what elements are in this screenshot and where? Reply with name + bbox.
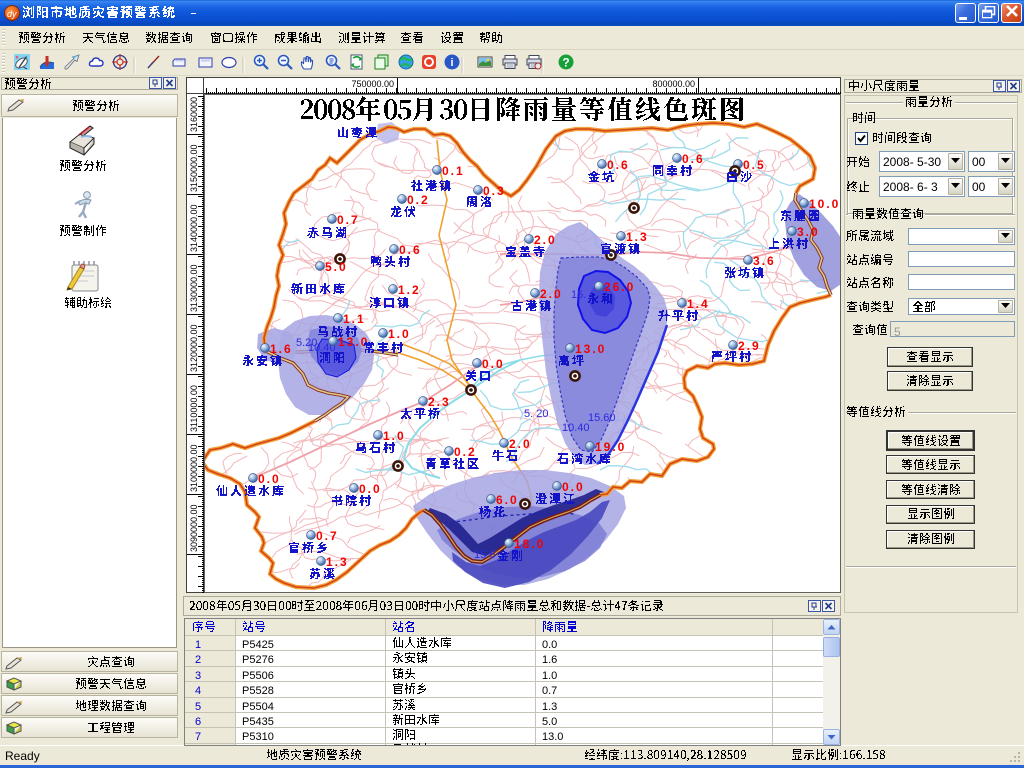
svg-text:0.6: 0.6 (399, 243, 422, 257)
svg-text:1.1: 1.1 (343, 312, 366, 326)
svg-text:3.6: 3.6 (753, 254, 776, 268)
svg-text:2.0: 2.0 (509, 437, 532, 451)
svg-text:750000.00: 750000.00 (351, 79, 394, 89)
svg-text:1.6: 1.6 (270, 342, 293, 356)
svg-text:3150000.00: 3150000.00 (189, 144, 199, 192)
svg-text:0.1: 0.1 (442, 164, 465, 178)
svg-text:3090000.00: 3090000.00 (189, 504, 199, 552)
svg-text:?: ? (562, 56, 569, 70)
svg-text:0.6: 0.6 (682, 152, 705, 166)
svg-text:26.0: 26.0 (604, 280, 635, 294)
svg-text:0.3: 0.3 (483, 184, 506, 198)
svg-text:800000.00: 800000.00 (652, 79, 695, 89)
svg-text:0.0: 0.0 (482, 357, 505, 371)
svg-text:2.0: 2.0 (540, 287, 563, 301)
svg-text:2.9: 2.9 (738, 339, 761, 353)
svg-text:18.0: 18.0 (514, 537, 545, 551)
svg-text:3.0: 3.0 (797, 225, 820, 239)
svg-text:15.60: 15.60 (588, 412, 616, 424)
svg-text:0.2: 0.2 (407, 193, 430, 207)
svg-text:2.0: 2.0 (534, 233, 557, 247)
svg-text:1.2: 1.2 (398, 283, 421, 297)
svg-text:19.0: 19.0 (595, 440, 626, 454)
svg-text:0.0: 0.0 (359, 482, 382, 496)
svg-text:6.0: 6.0 (496, 493, 519, 507)
svg-text:13.0: 13.0 (575, 342, 606, 356)
svg-text:0.7: 0.7 (316, 529, 339, 543)
svg-text:3140000.00: 3140000.00 (189, 204, 199, 252)
svg-text:0.5: 0.5 (743, 158, 766, 172)
svg-text:2.3: 2.3 (428, 395, 451, 409)
svg-text:1.3: 1.3 (626, 230, 649, 244)
svg-text:0.0: 0.0 (258, 472, 281, 486)
svg-text:1.3: 1.3 (326, 555, 349, 569)
svg-text:1.0: 1.0 (383, 429, 406, 443)
svg-text:3100000.00: 3100000.00 (189, 444, 199, 492)
svg-text:13.0: 13.0 (338, 335, 369, 349)
svg-text:3110000.00: 3110000.00 (189, 385, 199, 432)
svg-text:5.0: 5.0 (325, 260, 348, 274)
svg-text:3130000.00: 3130000.00 (189, 264, 199, 312)
svg-text:0.2: 0.2 (454, 445, 477, 459)
svg-text:5. 20: 5. 20 (524, 408, 548, 420)
svg-text:0.0: 0.0 (562, 480, 585, 494)
svg-text:10.40: 10.40 (562, 422, 590, 434)
svg-text:1.4: 1.4 (687, 297, 710, 311)
svg-text:15.: 15. (571, 289, 586, 301)
svg-text:0.6: 0.6 (607, 158, 630, 172)
svg-text:3160000: 3160000 (189, 97, 199, 132)
svg-text:0.7: 0.7 (337, 213, 360, 227)
svg-text:10.0: 10.0 (809, 197, 840, 211)
svg-text:3120000.00: 3120000.00 (189, 324, 199, 372)
svg-text:15.6: 15.6 (474, 549, 495, 561)
svg-text:1.0: 1.0 (388, 327, 411, 341)
svg-text:i: i (450, 57, 453, 69)
